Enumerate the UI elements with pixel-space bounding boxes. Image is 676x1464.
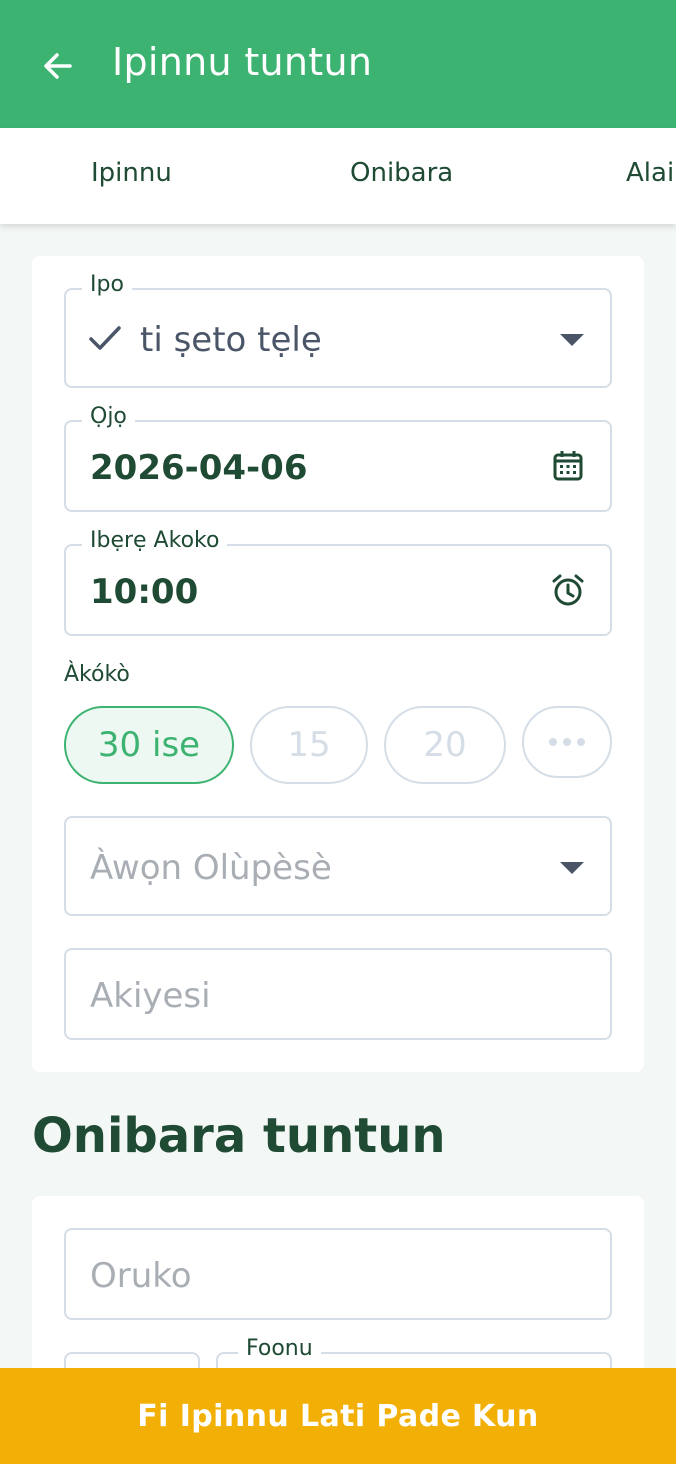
page-title: Ipinnu tuntun	[112, 40, 373, 84]
chevron-down-icon	[560, 334, 584, 346]
status-select[interactable]: Ipo ti ṣeto tẹlẹ	[64, 272, 612, 388]
start-time-value: 10:00	[90, 572, 199, 612]
app-bar: Ipinnu tuntun	[0, 0, 676, 128]
phone-label: Foonu	[238, 1336, 321, 1361]
more-horizontal-icon[interactable]	[522, 706, 612, 778]
add-appointment-button[interactable]: Fi Ipinnu Lati Pade Kun	[0, 1368, 676, 1464]
date-field[interactable]: Ọjọ 2026-04-06	[64, 404, 612, 512]
tab-bar: Ipinnu Onibara Alai	[0, 128, 676, 224]
name-input[interactable]: Oruko	[64, 1228, 612, 1320]
tab-customer[interactable]: Onibara	[350, 158, 453, 188]
date-label: Ọjọ	[82, 404, 135, 429]
add-appointment-label: Fi Ipinnu Lati Pade Kun	[137, 1398, 539, 1434]
alarm-clock-icon[interactable]	[550, 572, 586, 608]
chevron-down-icon	[560, 862, 584, 874]
check-icon	[88, 324, 122, 358]
staff-select[interactable]: Àwọn Olùpèsè	[64, 816, 612, 916]
duration-chip-15[interactable]: 15	[250, 706, 368, 784]
start-time-field[interactable]: Ibẹrẹ Akoko 10:00	[64, 528, 612, 636]
tab-third[interactable]: Alai	[626, 158, 674, 188]
tab-appointment[interactable]: Ipinnu	[91, 158, 172, 188]
notes-input[interactable]: Akiyesi	[64, 948, 612, 1040]
notes-placeholder: Akiyesi	[90, 976, 211, 1016]
duration-label: Àkókò	[64, 662, 130, 687]
date-value: 2026-04-06	[90, 448, 308, 488]
customer-section-title: Onibara tuntun	[32, 1108, 446, 1164]
status-value: ti ṣeto tẹlẹ	[140, 320, 322, 360]
duration-chip-30[interactable]: 30 ise	[64, 706, 234, 784]
calendar-icon[interactable]	[550, 448, 586, 484]
status-label: Ipo	[82, 272, 132, 297]
duration-chip-20[interactable]: 20	[384, 706, 506, 784]
staff-placeholder: Àwọn Olùpèsè	[90, 848, 332, 888]
arrow-left-icon[interactable]	[36, 44, 80, 88]
name-placeholder: Oruko	[90, 1256, 192, 1296]
start-time-label: Ibẹrẹ Akoko	[82, 528, 228, 553]
